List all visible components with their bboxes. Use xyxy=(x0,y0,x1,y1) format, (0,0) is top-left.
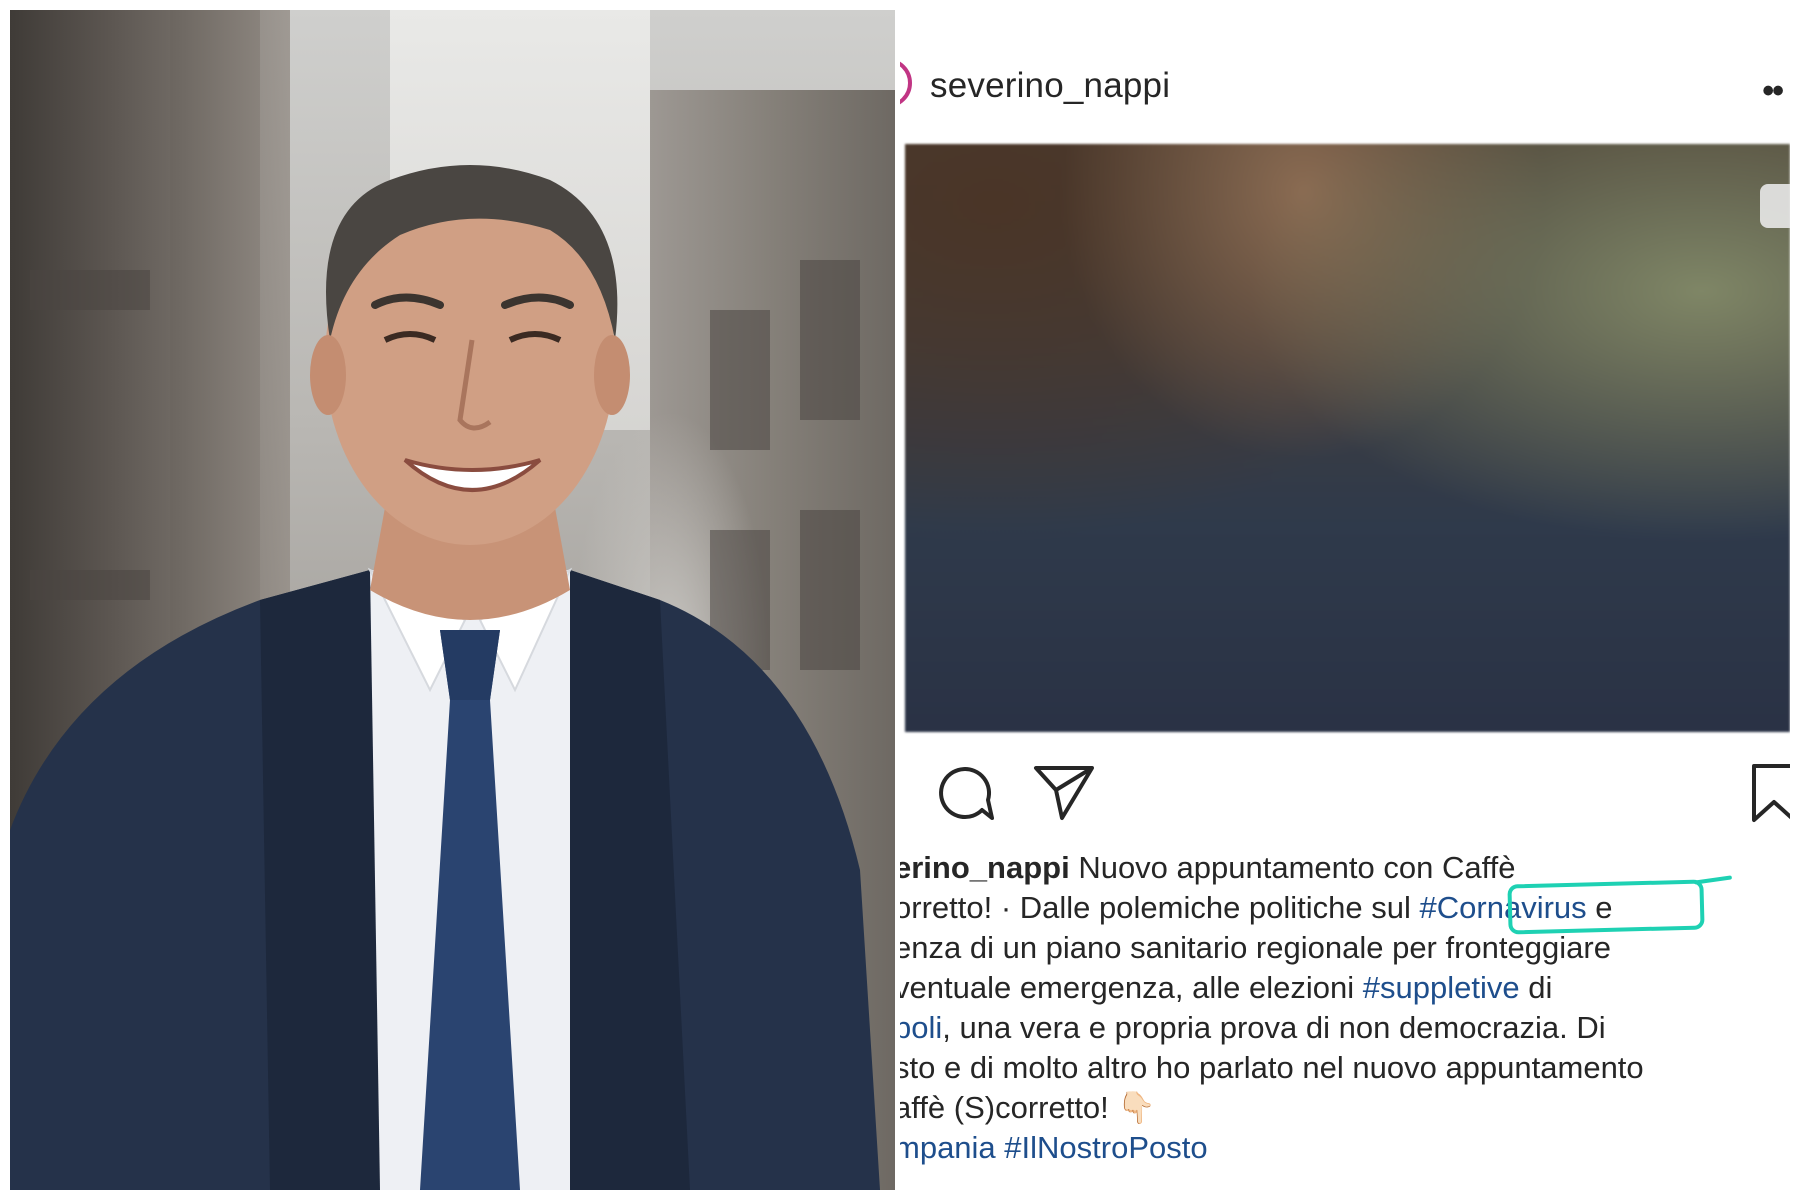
caption-text: orretto! · Dalle polemiche politiche sul xyxy=(900,890,1420,925)
action-bar xyxy=(900,760,1790,840)
caption-hashtags[interactable]: mpania #IlNostroPosto xyxy=(900,1128,1790,1168)
caption-text: , una vera e propria prova di non democr… xyxy=(942,1010,1606,1045)
more-options-icon[interactable]: •• xyxy=(1762,72,1784,111)
caption-line: poli, una vera e propria prova di non de… xyxy=(900,1008,1790,1048)
caption-line: affè (S)corretto! 👇🏻 xyxy=(900,1088,1790,1128)
caption-line: enza di un piano sanitario regionale per… xyxy=(900,928,1790,968)
username[interactable]: severino_nappi xyxy=(930,66,1170,106)
caption-text: affè (S)corretto! xyxy=(900,1090,1118,1125)
caption-text: ventuale emergenza, alle elezioni xyxy=(900,970,1363,1005)
caption-text: enza di un piano sanitario regionale per… xyxy=(900,930,1611,965)
post-header: severino_nappi •• xyxy=(900,40,1790,130)
caption-line: ventuale emergenza, alle elezioni #suppl… xyxy=(900,968,1790,1008)
post-image[interactable] xyxy=(905,144,1790,732)
tie-knot xyxy=(440,630,500,700)
ear-right xyxy=(594,335,630,415)
hashtag-napoli[interactable]: poli xyxy=(900,1010,942,1045)
caption-line: sto e di molto altro ho parlato nel nuov… xyxy=(900,1048,1790,1088)
share-icon[interactable] xyxy=(1032,760,1096,824)
pointing-down-emoji-icon: 👇🏻 xyxy=(1117,1090,1157,1126)
instagram-post: severino_nappi •• erino_nappi Nuovo appu… xyxy=(900,10,1790,1190)
portrait-photo xyxy=(10,10,895,1190)
post-caption: erino_nappi Nuovo appuntamento con Caffè… xyxy=(900,848,1790,1168)
multi-photo-icon xyxy=(1760,184,1790,228)
caption-text: di xyxy=(1519,970,1553,1005)
man-figure xyxy=(10,165,880,1190)
avatar[interactable] xyxy=(900,58,912,108)
comment-icon[interactable] xyxy=(932,760,996,824)
highlight-annotation xyxy=(1507,879,1705,935)
hashtag-suppletive[interactable]: #suppletive xyxy=(1363,970,1520,1005)
ear-left xyxy=(310,335,346,415)
caption-text: sto e di molto altro ho parlato nel nuov… xyxy=(900,1050,1644,1085)
bookmark-icon[interactable] xyxy=(1748,760,1790,824)
caption-text: Nuovo appuntamento con Caffè xyxy=(1069,850,1516,885)
caption-username[interactable]: erino_nappi xyxy=(900,850,1070,885)
